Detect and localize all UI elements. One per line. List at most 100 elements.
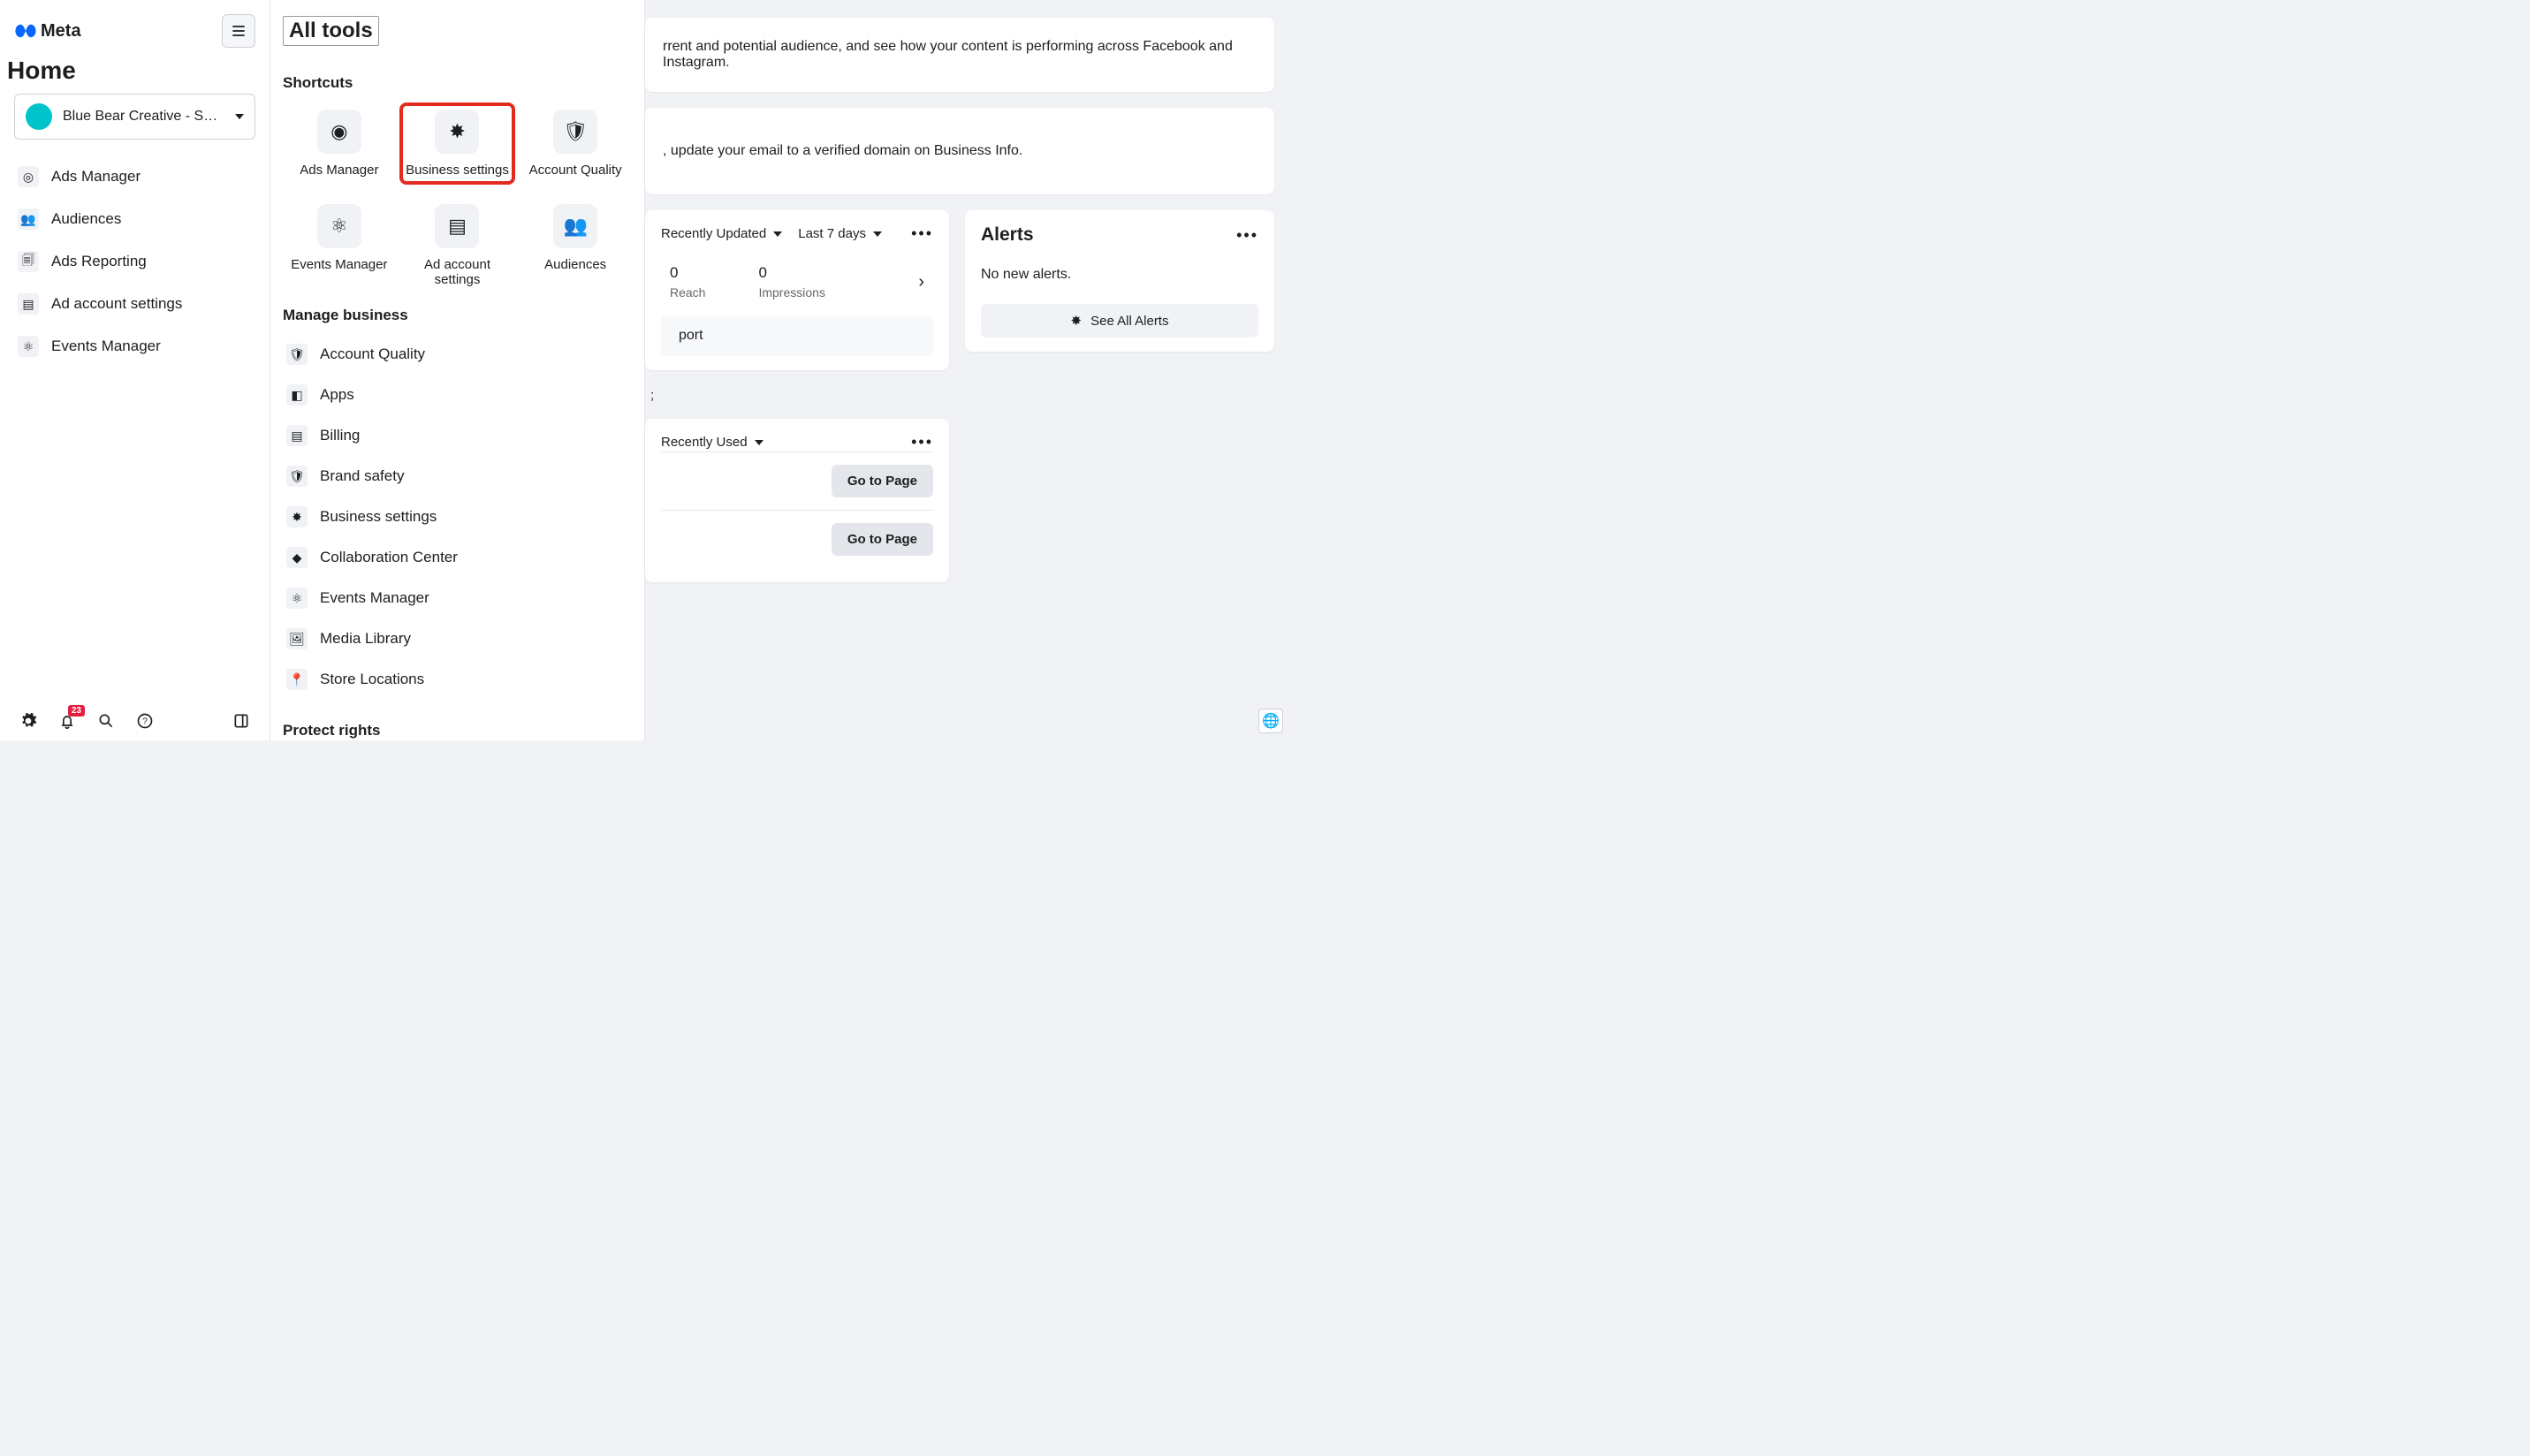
question-icon: ?	[136, 712, 154, 730]
sidebar-item-ads-manager[interactable]: ◎ Ads Manager	[14, 157, 255, 196]
see-all-alerts-button[interactable]: ✸ See All Alerts	[981, 304, 1258, 337]
shortcut-label: Ad account settings	[403, 257, 513, 287]
recently-used-filter[interactable]: Recently Used	[661, 435, 764, 450]
manage-business-list: 🛡 Account Quality ◧ Apps ▤ Billing 🛡 Bra…	[283, 337, 632, 697]
manage-item-account-quality[interactable]: 🛡 Account Quality	[283, 337, 632, 372]
notifications-icon[interactable]: 23	[57, 710, 78, 732]
report-icon: 🗐	[18, 251, 39, 272]
search-icon[interactable]	[95, 710, 117, 732]
notification-badge: 23	[68, 705, 85, 717]
shortcut-ads-manager[interactable]: ◉ Ads Manager	[283, 104, 396, 183]
people-icon: 👥	[18, 209, 39, 230]
network-icon: ⚛	[18, 336, 39, 357]
settings-icon[interactable]	[18, 710, 39, 732]
meta-logo-text: Meta	[41, 21, 81, 42]
collapse-panel-icon[interactable]	[231, 710, 252, 732]
sidebar-footer: 23 ?	[7, 703, 262, 732]
target-icon: ◎	[18, 166, 39, 187]
page-row: Go to Page	[661, 451, 933, 510]
receipt-icon: ▤	[286, 425, 308, 446]
banner-card-1: rrent and potential audience, and see ho…	[645, 18, 1274, 92]
alerts-body: No new alerts.	[981, 267, 1258, 283]
more-options-icon[interactable]: •••	[1236, 226, 1258, 245]
manage-label: Media Library	[320, 630, 411, 648]
manage-label: Business settings	[320, 508, 437, 526]
reach-value: 0	[670, 264, 705, 282]
stats-row: 0 Reach 0 Impressions ›	[661, 243, 933, 308]
stat-reach: 0 Reach	[670, 264, 705, 300]
report-strip[interactable]: port	[661, 315, 933, 356]
all-tools-title: All tools	[283, 16, 379, 46]
gear-icon: ✸	[286, 506, 308, 527]
caret-down-icon	[773, 231, 782, 237]
image-icon: 🖼	[286, 628, 308, 649]
manage-label: Apps	[320, 386, 354, 404]
manage-item-business-settings[interactable]: ✸ Business settings	[283, 499, 632, 535]
shortcut-label: Events Manager	[291, 257, 387, 272]
hamburger-icon	[230, 22, 247, 40]
impressions-label: Impressions	[758, 285, 824, 300]
shortcut-account-quality[interactable]: 🛡 Account Quality	[519, 104, 632, 183]
manage-label: Brand safety	[320, 467, 404, 485]
account-selector[interactable]: Blue Bear Creative - Soc...	[14, 94, 255, 140]
stray-semicolon: ;	[650, 388, 949, 403]
recently-updated-filter[interactable]: Recently Updated	[661, 226, 782, 241]
nav-label: Events Manager	[51, 337, 161, 355]
chevron-right-icon[interactable]: ›	[918, 272, 924, 292]
svg-text:?: ?	[142, 717, 148, 726]
magnifier-icon	[97, 712, 115, 730]
nav-label: Audiences	[51, 210, 121, 228]
gear-icon: ✸	[435, 110, 479, 154]
caret-down-icon	[235, 114, 244, 119]
go-to-page-button[interactable]: Go to Page	[832, 523, 933, 556]
meta-logo[interactable]: Meta	[14, 19, 81, 42]
manage-item-collaboration-center[interactable]: ◆ Collaboration Center	[283, 540, 632, 575]
shortcut-label: Audiences	[544, 257, 606, 272]
nav-label: Ad account settings	[51, 295, 182, 313]
sidebar-item-events-manager[interactable]: ⚛ Events Manager	[14, 327, 255, 366]
stats-card: Recently Updated Last 7 days ••• 0 Reach	[645, 210, 949, 370]
nav-label: Ads Manager	[51, 168, 141, 186]
shield-icon: 🛡	[286, 344, 308, 365]
hamburger-menu-button[interactable]	[222, 14, 255, 48]
more-options-icon[interactable]: •••	[911, 433, 933, 451]
manage-label: Collaboration Center	[320, 549, 458, 566]
shortcut-label: Business settings	[406, 163, 509, 178]
help-icon[interactable]: ?	[134, 710, 156, 732]
alerts-card: Alerts ••• No new alerts. ✸ See All Aler…	[965, 210, 1274, 352]
manage-item-billing[interactable]: ▤ Billing	[283, 418, 632, 453]
banner-card-2: , update your email to a verified domain…	[645, 108, 1274, 194]
manage-item-apps[interactable]: ◧ Apps	[283, 377, 632, 413]
gear-icon: ✸	[1071, 313, 1083, 329]
card-list-icon: ▤	[435, 204, 479, 248]
banner-text-2: , update your email to a verified domain…	[663, 143, 1022, 158]
gear-icon	[19, 712, 37, 730]
manage-item-media-library[interactable]: 🖼 Media Library	[283, 621, 632, 656]
shield-outline-icon: 🛡	[286, 466, 308, 487]
sidebar-item-audiences[interactable]: 👥 Audiences	[14, 200, 255, 239]
shortcut-events-manager[interactable]: ⚛ Events Manager	[283, 199, 396, 292]
go-to-page-button[interactable]: Go to Page	[832, 465, 933, 497]
shortcut-ad-account-settings[interactable]: ▤ Ad account settings	[401, 199, 514, 292]
banner-text-1: rrent and potential audience, and see ho…	[663, 39, 1233, 70]
manage-item-store-locations[interactable]: 📍 Store Locations	[283, 662, 632, 697]
shortcuts-heading: Shortcuts	[283, 74, 632, 92]
sidebar-item-ad-account-settings[interactable]: ▤ Ad account settings	[14, 284, 255, 323]
shortcut-business-settings[interactable]: ✸ Business settings	[401, 104, 514, 183]
collab-icon: ◆	[286, 547, 308, 568]
shortcut-grid: ◉ Ads Manager ✸ Business settings 🛡 Acco…	[283, 104, 632, 292]
account-name: Blue Bear Creative - Soc...	[63, 109, 224, 125]
filter-label: Recently Updated	[661, 226, 766, 241]
people-icon: 👥	[553, 204, 597, 248]
sidebar-item-ads-reporting[interactable]: 🗐 Ads Reporting	[14, 242, 255, 281]
globe-badge-icon[interactable]: 🌐	[1258, 709, 1283, 733]
shortcut-label: Ads Manager	[300, 163, 378, 178]
date-range-filter[interactable]: Last 7 days	[798, 226, 882, 241]
left-sidebar: Meta Home Blue Bear Creative - Soc... ◎ …	[0, 0, 270, 740]
manage-item-events-manager[interactable]: ⚛ Events Manager	[283, 580, 632, 616]
shortcut-audiences[interactable]: 👥 Audiences	[519, 199, 632, 292]
more-options-icon[interactable]: •••	[911, 224, 933, 243]
manage-item-brand-safety[interactable]: 🛡 Brand safety	[283, 459, 632, 494]
stat-impressions: 0 Impressions	[758, 264, 824, 300]
reach-label: Reach	[670, 285, 705, 300]
